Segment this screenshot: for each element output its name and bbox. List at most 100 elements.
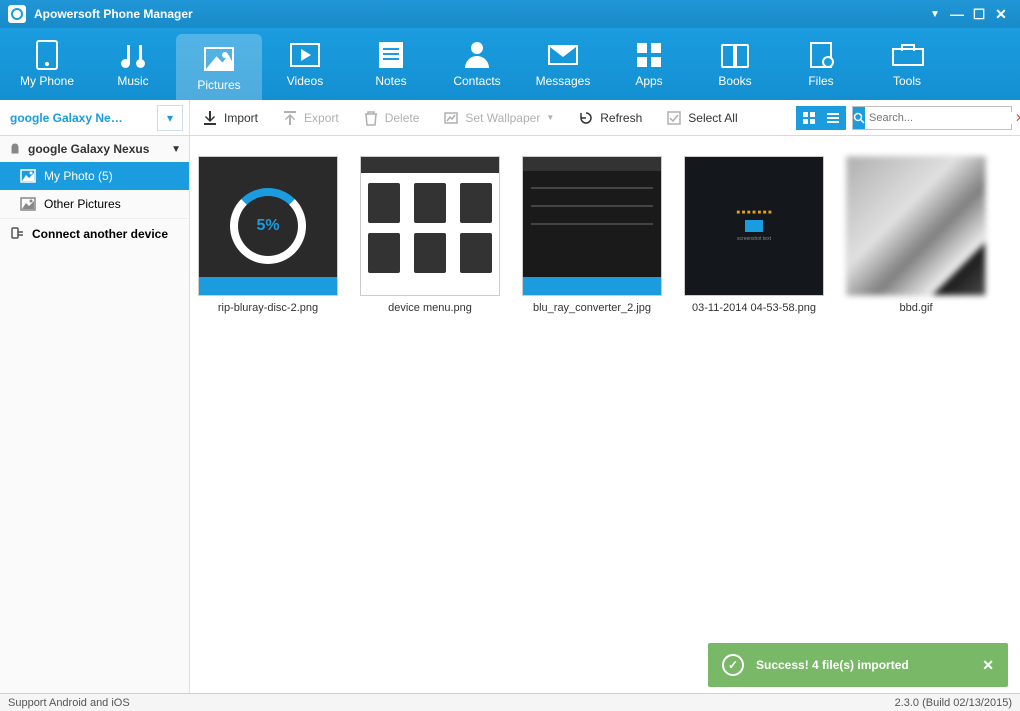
files-icon	[805, 40, 837, 70]
action-label: Export	[304, 111, 339, 125]
thumbnail-image	[360, 156, 500, 296]
search-input[interactable]	[865, 112, 1015, 124]
content-area: 5% rip-bluray-disc-2.png device menu.png…	[190, 136, 1020, 693]
action-label: Import	[224, 111, 258, 125]
export-button[interactable]: Export	[270, 100, 351, 136]
view-toggle	[796, 106, 846, 130]
tab-label: Notes	[375, 74, 406, 88]
tab-books[interactable]: Books	[692, 28, 778, 100]
phone-icon	[31, 40, 63, 70]
tab-label: Apps	[635, 74, 662, 88]
status-right: 2.3.0 (Build 02/13/2015)	[895, 697, 1012, 709]
notes-icon	[375, 40, 407, 70]
tab-music[interactable]: Music	[90, 28, 176, 100]
tab-label: Tools	[893, 74, 921, 88]
chevron-down-icon: ▼	[171, 144, 181, 155]
main-toolbar: My Phone Music Pictures Videos Notes Con…	[0, 28, 1020, 100]
status-left: Support Android and iOS	[8, 697, 130, 709]
action-label: Set Wallpaper	[465, 111, 540, 125]
video-icon	[289, 40, 321, 70]
minimize-icon[interactable]: —	[946, 3, 968, 25]
thumbnail-image	[522, 156, 662, 296]
close-icon[interactable]: ✕	[990, 3, 1012, 25]
connect-device-icon	[8, 226, 24, 242]
device-dropdown-text: google Galaxy Ne…	[0, 111, 157, 125]
books-icon	[719, 40, 751, 70]
tab-label: Videos	[287, 74, 323, 88]
tab-label: My Phone	[20, 74, 74, 88]
search-box[interactable]: ✕	[852, 106, 1012, 130]
search-icon	[853, 107, 865, 129]
sidebar-device-header[interactable]: google Galaxy Nexus ▼	[0, 136, 189, 162]
tab-label: Music	[117, 74, 148, 88]
tab-label: Messages	[536, 74, 591, 88]
app-logo	[8, 5, 26, 23]
thumbnail-item[interactable]: bbd.gif	[846, 156, 986, 314]
thumbnail-image: ■ ■ ■ ■ ■ ■ ■screenshot text	[684, 156, 824, 296]
status-bar: Support Android and iOS 2.3.0 (Build 02/…	[0, 693, 1020, 711]
check-icon: ✓	[722, 654, 744, 676]
thumbnail-label: bbd.gif	[899, 302, 932, 314]
sub-toolbar: google Galaxy Ne… ▾ Import Export Delete…	[0, 100, 1020, 136]
chevron-down-icon: ▼	[546, 113, 554, 122]
device-dropdown[interactable]: google Galaxy Ne… ▾	[0, 100, 190, 136]
tab-pictures[interactable]: Pictures	[176, 34, 262, 100]
refresh-icon	[578, 110, 594, 126]
thumbnail-label: blu_ray_converter_2.jpg	[533, 302, 651, 314]
sidebar: google Galaxy Nexus ▼ My Photo (5) Other…	[0, 136, 190, 693]
title-bar: Apowersoft Phone Manager ▼ — ☐ ✕	[0, 0, 1020, 28]
tab-apps[interactable]: Apps	[606, 28, 692, 100]
select-all-button[interactable]: Select All	[654, 100, 749, 136]
music-icon	[117, 40, 149, 70]
action-label: Refresh	[600, 111, 642, 125]
thumbnail-image	[846, 156, 986, 296]
thumbnail-item[interactable]: blu_ray_converter_2.jpg	[522, 156, 662, 314]
thumbnail-item[interactable]: device menu.png	[360, 156, 500, 314]
chevron-down-icon[interactable]: ▾	[157, 105, 183, 131]
checkbox-icon	[666, 110, 682, 126]
delete-button[interactable]: Delete	[351, 100, 432, 136]
thumbnail-item[interactable]: ■ ■ ■ ■ ■ ■ ■screenshot text 03-11-2014 …	[684, 156, 824, 314]
thumbnail-label: 03-11-2014 04-53-58.png	[692, 302, 816, 314]
sidebar-item-label: Other Pictures	[44, 197, 121, 211]
export-icon	[282, 110, 298, 126]
sidebar-item-label: My Photo (5)	[44, 169, 113, 183]
tools-icon	[891, 40, 923, 70]
thumbnail-label: rip-bluray-disc-2.png	[218, 302, 318, 314]
tab-contacts[interactable]: Contacts	[434, 28, 520, 100]
tab-label: Pictures	[197, 78, 240, 92]
sidebar-device-label: google Galaxy Nexus	[28, 142, 149, 156]
close-toast-icon[interactable]: ✕	[982, 657, 994, 674]
clear-search-icon[interactable]: ✕	[1015, 111, 1020, 125]
app-title: Apowersoft Phone Manager	[34, 7, 193, 21]
import-icon	[202, 110, 218, 126]
sidebar-connect-label: Connect another device	[32, 227, 168, 241]
contacts-icon	[461, 40, 493, 70]
set-wallpaper-button[interactable]: Set Wallpaper ▼	[431, 100, 566, 136]
trash-icon	[363, 110, 379, 126]
thumbnail-item[interactable]: 5% rip-bluray-disc-2.png	[198, 156, 338, 314]
window-menu-icon[interactable]: ▼	[924, 3, 946, 25]
tab-files[interactable]: Files	[778, 28, 864, 100]
tab-messages[interactable]: Messages	[520, 28, 606, 100]
sidebar-item-other-pictures[interactable]: Other Pictures	[0, 190, 189, 218]
refresh-button[interactable]: Refresh	[566, 100, 654, 136]
pictures-icon	[203, 44, 235, 74]
tab-label: Contacts	[453, 74, 500, 88]
sidebar-connect-device[interactable]: Connect another device	[0, 218, 189, 248]
import-button[interactable]: Import	[190, 100, 270, 136]
tab-notes[interactable]: Notes	[348, 28, 434, 100]
tab-tools[interactable]: Tools	[864, 28, 950, 100]
action-label: Delete	[385, 111, 420, 125]
tab-my-phone[interactable]: My Phone	[4, 28, 90, 100]
list-view-button[interactable]	[821, 107, 845, 129]
maximize-icon[interactable]: ☐	[968, 3, 990, 25]
sidebar-item-my-photo[interactable]: My Photo (5)	[0, 162, 189, 190]
success-toast: ✓ Success! 4 file(s) imported ✕	[708, 643, 1008, 687]
thumbnail-label: device menu.png	[388, 302, 472, 314]
thumbnail-image: 5%	[198, 156, 338, 296]
grid-view-button[interactable]	[797, 107, 821, 129]
apps-icon	[633, 40, 665, 70]
tab-videos[interactable]: Videos	[262, 28, 348, 100]
photo-icon	[20, 197, 36, 211]
